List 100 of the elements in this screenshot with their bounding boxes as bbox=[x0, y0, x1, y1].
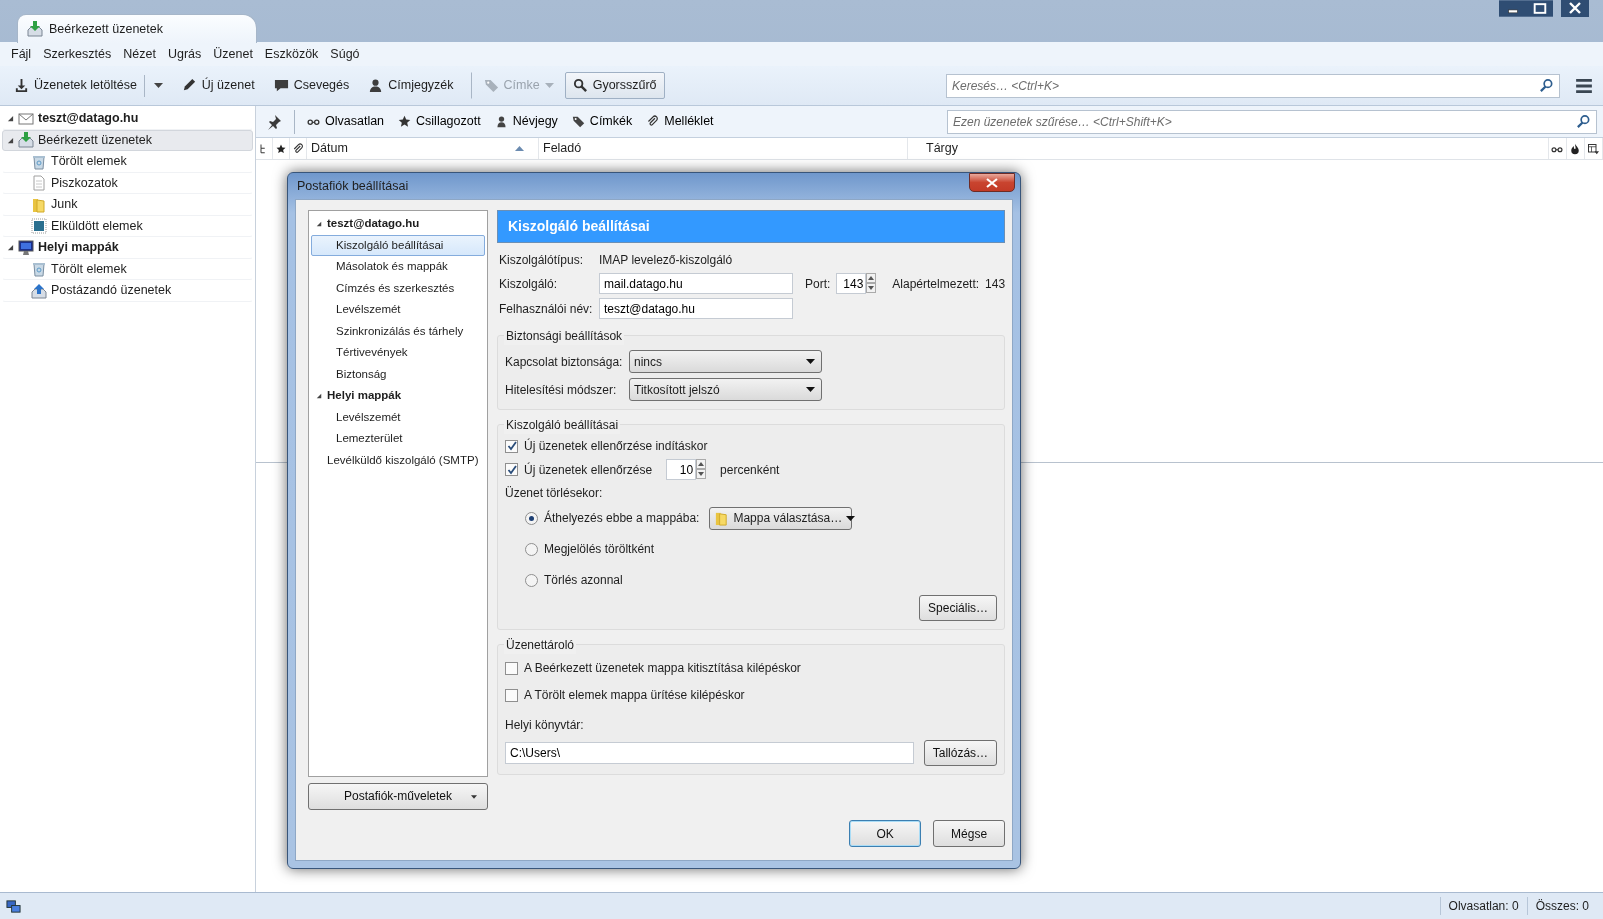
toolbar-button[interactable]: Csevegés bbox=[265, 72, 358, 99]
browse-button[interactable]: Tallózás… bbox=[923, 740, 998, 766]
toolbar-button[interactable]: Új üzenet bbox=[173, 72, 263, 99]
radio-label[interactable]: Megjelölés töröltként bbox=[544, 540, 655, 558]
folder-item[interactable]: Törölt elemek bbox=[2, 258, 253, 280]
folder-item[interactable]: Törölt elemek bbox=[2, 151, 253, 173]
menu-item[interactable]: Szerkesztés bbox=[37, 44, 118, 64]
checkbox-label[interactable]: A Beérkezett üzenetek mappa kitisztítása kilépéskor bbox=[524, 659, 801, 677]
tree-item[interactable]: Lemezterület bbox=[311, 428, 485, 450]
folder-picker[interactable]: Mappa választása… bbox=[709, 506, 853, 530]
select-dropdown[interactable]: Titkosított jelszó bbox=[629, 378, 822, 401]
close-icon bbox=[986, 177, 998, 188]
menu-item[interactable]: Súgó bbox=[324, 44, 366, 64]
column-header[interactable]: Dátum bbox=[307, 138, 539, 159]
spin-arrows-icon[interactable] bbox=[696, 459, 707, 479]
folder-item[interactable]: Beérkezett üzenetek bbox=[2, 129, 253, 151]
dialog-title: Postafiók beállításai bbox=[297, 177, 409, 195]
port-field[interactable]: 143 bbox=[836, 273, 867, 294]
field-label: Alapértelmezett: bbox=[892, 275, 980, 293]
menu-item[interactable]: Eszközök bbox=[258, 44, 325, 64]
folder-item[interactable]: Elküldött elemek bbox=[2, 215, 253, 237]
filter-button[interactable]: Olvasatlan bbox=[301, 110, 391, 133]
directory-field[interactable]: C:\Users\ bbox=[505, 742, 914, 764]
tree-item[interactable]: Levélküldő kiszolgáló (SMTP) bbox=[311, 449, 485, 471]
folder-item[interactable]: Junk bbox=[2, 194, 253, 216]
filter-button[interactable]: Címkék bbox=[565, 110, 639, 133]
checkbox[interactable] bbox=[505, 688, 518, 702]
column-header[interactable]: Tárgy bbox=[908, 138, 1549, 159]
flame-icon bbox=[1569, 142, 1581, 155]
caret-icon bbox=[846, 515, 856, 521]
close-button[interactable] bbox=[969, 173, 1015, 192]
menu-item[interactable]: Üzenet bbox=[207, 44, 259, 64]
tree-item[interactable]: Levélszemét bbox=[311, 299, 485, 321]
tree-item[interactable]: Másolatok és mappák bbox=[311, 256, 485, 278]
checkbox[interactable] bbox=[505, 661, 518, 675]
checkbox[interactable] bbox=[505, 463, 518, 476]
radio-button[interactable] bbox=[525, 542, 538, 556]
search-field[interactable]: Keresés… <Ctrl+K> bbox=[946, 73, 1560, 98]
checkbox-label[interactable]: A Törölt elemek mappa ürítése kilépéskor bbox=[524, 686, 745, 704]
twisty-icon[interactable] bbox=[316, 220, 322, 227]
column-header[interactable]: Feladó bbox=[539, 138, 908, 159]
checkbox-label[interactable]: Új üzenetek ellenőrzése bbox=[524, 460, 653, 479]
tree-item[interactable]: Szinkronizálás és tárhely bbox=[311, 320, 485, 342]
dialog-button[interactable]: Mégse bbox=[933, 820, 1006, 847]
tree-item[interactable]: Kiszolgáló beállításai bbox=[311, 234, 485, 256]
column-picker-icon bbox=[1587, 142, 1599, 155]
document-icon bbox=[31, 175, 47, 192]
menu-icon[interactable] bbox=[1575, 76, 1593, 95]
menu-item[interactable]: Fájl bbox=[5, 44, 38, 64]
trash-icon bbox=[31, 261, 47, 278]
toolbar-button[interactable]: Gyorsszűrő bbox=[564, 72, 665, 99]
tree-item[interactable]: Címzés és szerkesztés bbox=[311, 277, 485, 299]
tree-item[interactable]: Helyi mappák bbox=[311, 385, 485, 407]
framed-square-icon bbox=[31, 218, 47, 235]
radio-label[interactable]: Törlés azonnal bbox=[544, 571, 623, 589]
radio-button[interactable] bbox=[525, 573, 538, 587]
interval-field[interactable]: 10 bbox=[666, 459, 697, 480]
account-actions-button[interactable]: Postafiók-műveletek bbox=[308, 783, 488, 810]
checkbox-label[interactable]: Új üzenetek ellenőrzése indításkor bbox=[524, 437, 708, 455]
toolbar-button[interactable]: Üzenetek letöltése bbox=[6, 70, 171, 101]
select-dropdown[interactable]: nincs bbox=[629, 350, 822, 373]
dialog-button[interactable]: OK bbox=[849, 820, 922, 847]
tree-item[interactable]: Levélszemét bbox=[311, 406, 485, 428]
radio-label[interactable]: Áthelyezés ebbe a mappába: bbox=[544, 509, 700, 527]
twisty-icon[interactable] bbox=[316, 392, 322, 399]
paperclip-icon bbox=[292, 142, 304, 155]
filter-button[interactable]: Névjegy bbox=[488, 110, 564, 133]
search-icon bbox=[572, 78, 588, 93]
spin-arrows-icon[interactable] bbox=[866, 273, 877, 293]
tree-item[interactable]: teszt@datago.hu bbox=[311, 213, 485, 235]
toolbar-button[interactable]: Címjegyzék bbox=[360, 72, 462, 99]
folder-item[interactable]: Piszkozatok bbox=[2, 172, 253, 194]
status-text: Összes: 0 bbox=[1526, 897, 1597, 915]
mail-tab[interactable]: Beérkezett üzenetek bbox=[17, 14, 257, 43]
tree-item[interactable]: Biztonság bbox=[311, 363, 485, 385]
pencil-icon bbox=[181, 78, 197, 93]
folder-item[interactable]: Postázandó üzenetek bbox=[2, 280, 253, 302]
menu-item[interactable]: Ugrás bbox=[161, 44, 208, 64]
maximize-button[interactable] bbox=[1526, 0, 1553, 17]
trash-icon bbox=[31, 153, 47, 170]
tree-item[interactable]: Tértivevények bbox=[311, 342, 485, 364]
inbox-icon bbox=[18, 132, 34, 149]
filter-field[interactable]: Ezen üzenetek szűrése… <Ctrl+Shift+K> bbox=[947, 109, 1597, 134]
field-value: 143 bbox=[985, 275, 1006, 293]
menu-item[interactable]: Nézet bbox=[117, 44, 162, 64]
username-field[interactable]: teszt@datago.hu bbox=[599, 298, 793, 319]
checkbox[interactable] bbox=[505, 439, 518, 453]
radio-button[interactable] bbox=[525, 511, 538, 525]
server-field[interactable]: mail.datago.hu bbox=[599, 273, 793, 294]
filter-button[interactable]: Melléklet bbox=[640, 110, 720, 133]
twisty-icon[interactable] bbox=[7, 244, 14, 252]
field-label: percenként bbox=[720, 461, 780, 479]
folder-item[interactable]: teszt@datago.hu bbox=[2, 108, 253, 130]
caret-icon bbox=[471, 795, 477, 799]
twisty-icon[interactable] bbox=[7, 115, 14, 123]
folder-item[interactable]: Helyi mappák bbox=[2, 237, 253, 259]
filter-button[interactable]: Csillagozott bbox=[392, 110, 487, 133]
minimize-button[interactable] bbox=[1499, 0, 1526, 17]
advanced-button[interactable]: Speciális… bbox=[919, 595, 998, 621]
twisty-icon[interactable] bbox=[7, 136, 14, 144]
